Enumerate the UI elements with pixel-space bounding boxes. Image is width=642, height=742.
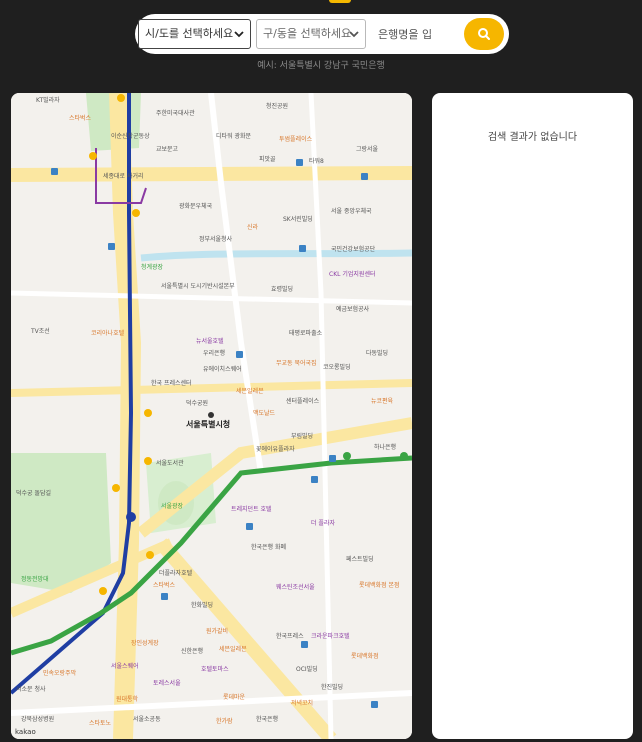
svg-text:페스트빌딩: 페스트빌딩 bbox=[346, 555, 374, 563]
svg-text:롯데마운: 롯데마운 bbox=[223, 693, 246, 701]
svg-text:덕수궁원: 덕수궁원 bbox=[186, 399, 208, 407]
svg-text:세븐일레븐: 세븐일레븐 bbox=[219, 645, 247, 653]
svg-text:코리아나호텔: 코리아나호텔 bbox=[91, 329, 125, 337]
svg-text:예금보험공사: 예금보험공사 bbox=[336, 305, 370, 313]
svg-text:이순신장군동상: 이순신장군동상 bbox=[111, 132, 150, 140]
svg-text:민속오랑주막: 민속오랑주막 bbox=[43, 669, 77, 677]
svg-text:신한은행: 신한은행 bbox=[181, 647, 203, 655]
svg-text:TV조선: TV조선 bbox=[30, 327, 50, 335]
svg-text:주한미국대사관: 주한미국대사관 bbox=[156, 109, 195, 117]
svg-text:하나은행: 하나은행 bbox=[374, 443, 396, 451]
svg-text:스타벅스: 스타벅스 bbox=[69, 114, 92, 122]
svg-text:꽃에이유플라자: 꽃에이유플라자 bbox=[256, 445, 295, 453]
svg-text:세븐일레븐: 세븐일레븐 bbox=[236, 387, 264, 395]
svg-text:한국 프레스센터: 한국 프레스센터 bbox=[151, 379, 192, 387]
svg-text:크라운파크호텔: 크라운파크호텔 bbox=[311, 632, 350, 640]
search-bar: 시/도를 선택하세요 구/동을 선택하세요 bbox=[135, 14, 509, 54]
search-hint: 예시: 서울특별시 강남구 국민은행 bbox=[257, 61, 385, 71]
chevron-down-icon bbox=[234, 31, 244, 38]
svg-text:웨스틴조선서울: 웨스틴조선서울 bbox=[276, 583, 315, 591]
map-attribution: kakao bbox=[15, 728, 36, 736]
svg-text:더 플라자: 더 플라자 bbox=[311, 519, 335, 527]
map-view[interactable]: 서울특별시청 KT빌라자 스타벅스 주한미국대사관 청진공원 이순신장군동상 교… bbox=[11, 93, 412, 739]
svg-text:한가람: 한가람 bbox=[216, 717, 233, 725]
svg-text:효령빌딩: 효령빌딩 bbox=[271, 285, 293, 293]
svg-text:서울소공동: 서울소공동 bbox=[133, 715, 161, 723]
svg-text:무교동 북어국집: 무교동 북어국집 bbox=[276, 359, 317, 367]
svg-text:OCI빌딩: OCI빌딩 bbox=[296, 665, 318, 673]
svg-text:투썸플레이스: 투썸플레이스 bbox=[279, 135, 313, 143]
svg-text:맥도날드: 맥도날드 bbox=[253, 409, 276, 417]
svg-text:디타워 광화문: 디타워 광화문 bbox=[216, 132, 252, 140]
svg-text:코오롱빌딩: 코오롱빌딩 bbox=[323, 363, 351, 371]
svg-text:한국은행: 한국은행 bbox=[256, 715, 278, 723]
svg-text:뉴코편육: 뉴코편육 bbox=[371, 397, 394, 405]
svg-text:태평로파출소: 태평로파출소 bbox=[289, 329, 323, 337]
svg-text:원가갈비: 원가갈비 bbox=[206, 627, 228, 635]
svg-text:정동전망대: 정동전망대 bbox=[21, 575, 49, 583]
svg-text:한진빌딩: 한진빌딩 bbox=[321, 683, 343, 691]
svg-text:저녁꼬치: 저녁꼬치 bbox=[291, 699, 313, 707]
svg-text:다동빌딩: 다동빌딩 bbox=[366, 349, 388, 357]
svg-text:그랑서울: 그랑서울 bbox=[356, 145, 379, 153]
empty-results-message: 검색 결과가 없습니다 bbox=[487, 132, 578, 143]
svg-text:청계광장: 청계광장 bbox=[141, 263, 164, 271]
svg-text:CKL 기업지원센터: CKL 기업지원센터 bbox=[329, 270, 376, 278]
svg-text:SK서린빌딩: SK서린빌딩 bbox=[283, 215, 313, 223]
svg-text:서울스퀘어: 서울스퀘어 bbox=[111, 662, 139, 670]
search-icon bbox=[478, 28, 490, 40]
svg-text:토레스서울: 토레스서울 bbox=[153, 679, 181, 687]
gu-select[interactable]: 구/동을 선택하세요 bbox=[256, 19, 366, 49]
results-panel: 검색 결과가 없습니다 bbox=[432, 93, 633, 739]
svg-text:서울 중앙우체국: 서울 중앙우체국 bbox=[331, 207, 372, 215]
svg-text:서울도서관: 서울도서관 bbox=[156, 459, 184, 467]
map-canvas[interactable]: 서울특별시청 KT빌라자 스타벅스 주한미국대사관 청진공원 이순신장군동상 교… bbox=[11, 93, 412, 739]
svg-text:KT빌라자: KT빌라자 bbox=[36, 96, 60, 104]
svg-text:덕수궁 돌담길: 덕수궁 돌담길 bbox=[16, 489, 51, 497]
svg-text:타워8: 타워8 bbox=[309, 157, 324, 165]
svg-text:한국프레스: 한국프레스 bbox=[276, 632, 304, 640]
svg-text:서소문 청사: 서소문 청사 bbox=[16, 685, 46, 693]
bank-name-input[interactable] bbox=[378, 20, 458, 48]
svg-text:한국은행 화폐: 한국은행 화폐 bbox=[251, 543, 286, 551]
svg-text:서울광장: 서울광장 bbox=[161, 502, 184, 510]
svg-text:호텔토마스: 호텔토마스 bbox=[201, 665, 229, 673]
chevron-down-icon bbox=[349, 31, 359, 38]
svg-text:스타벅스: 스타벅스 bbox=[153, 581, 176, 589]
sido-select-label: 시/도를 선택하세요 bbox=[145, 27, 234, 40]
svg-text:국민건강보험공단: 국민건강보험공단 bbox=[331, 245, 376, 253]
svg-text:세종대로 사거리: 세종대로 사거리 bbox=[103, 172, 144, 180]
svg-text:뉴서울호텔: 뉴서울호텔 bbox=[196, 337, 224, 345]
svg-text:우리은행: 우리은행 bbox=[203, 349, 225, 357]
svg-text:스타토노: 스타토노 bbox=[89, 719, 112, 727]
svg-text:한화빌딩: 한화빌딩 bbox=[191, 601, 213, 609]
svg-text:롯데백화점 본점: 롯데백화점 본점 bbox=[359, 581, 400, 589]
svg-text:유에이치스퀘어: 유에이치스퀘어 bbox=[203, 365, 242, 373]
svg-text:서울특별시 도시기반시설본부: 서울특별시 도시기반시설본부 bbox=[161, 282, 235, 290]
gu-select-label: 구/동을 선택하세요 bbox=[263, 27, 352, 40]
svg-text:더플라자호텔: 더플라자호텔 bbox=[159, 569, 193, 577]
svg-text:광화문우체국: 광화문우체국 bbox=[179, 202, 213, 210]
svg-text:장인성계장: 장인성계장 bbox=[131, 639, 159, 647]
city-hall-label: 서울특별시청 bbox=[186, 419, 230, 429]
sido-select[interactable]: 시/도를 선택하세요 bbox=[138, 19, 251, 49]
svg-text:정부서울청사: 정부서울청사 bbox=[199, 235, 233, 243]
svg-text:센터플레이스: 센터플레이스 bbox=[286, 397, 320, 405]
top-accent-bar bbox=[329, 0, 351, 3]
svg-text:강북삼성병원: 강북삼성병원 bbox=[21, 715, 54, 723]
svg-text:트레지던트 호텔: 트레지던트 호텔 bbox=[231, 505, 272, 513]
svg-text:청진공원: 청진공원 bbox=[266, 102, 288, 110]
svg-text:교보문고: 교보문고 bbox=[156, 146, 179, 153]
svg-text:신라: 신라 bbox=[247, 223, 259, 231]
svg-text:부림빌딩: 부림빌딩 bbox=[291, 432, 313, 440]
svg-text:롯데백화점: 롯데백화점 bbox=[351, 652, 379, 660]
svg-text:원대통학: 원대통학 bbox=[116, 695, 139, 703]
search-button[interactable] bbox=[464, 18, 504, 50]
svg-text:피맛골: 피맛골 bbox=[259, 155, 276, 163]
